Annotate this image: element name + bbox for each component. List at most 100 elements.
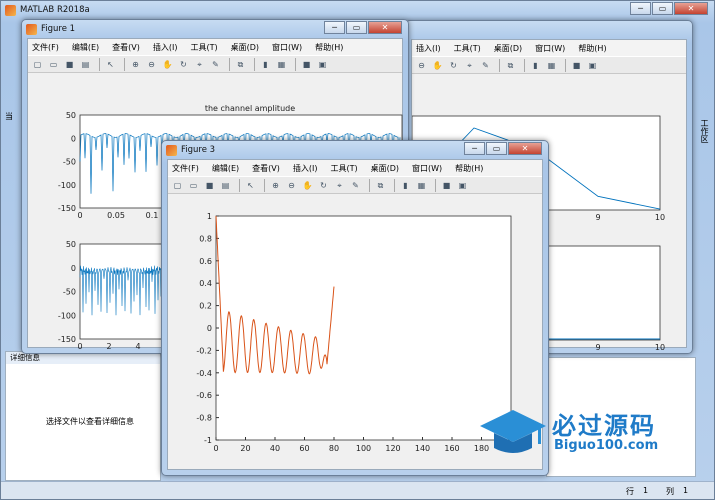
menu-item[interactable]: 桌面(D)	[494, 43, 522, 54]
y-tick-label: 50	[66, 240, 76, 249]
zoom-out-icon[interactable]: ⊖	[145, 58, 158, 71]
menu-item[interactable]: 插入(I)	[416, 43, 441, 54]
menu-item[interactable]: 查看(V)	[252, 163, 280, 174]
menu-item[interactable]: 查看(V)	[112, 42, 140, 53]
menu-item[interactable]: 帮助(H)	[455, 163, 483, 174]
menu-item[interactable]: 编辑(E)	[72, 42, 99, 53]
figure3-minimize-button[interactable]: ─	[464, 142, 485, 155]
y-tick-label: -100	[58, 181, 76, 190]
menu-item[interactable]: 帮助(H)	[315, 42, 343, 53]
toolbar-separator	[499, 58, 500, 72]
dock-icon[interactable]: ▣	[456, 179, 469, 192]
plot-title: the channel amplitude	[205, 104, 295, 113]
menu-item[interactable]: 窗口(W)	[412, 163, 442, 174]
left-panel-tab[interactable]: 当	[5, 111, 19, 122]
figure3-menubar: 文件(F) 编辑(E) 查看(V) 插入(I) 工具(T) 桌面(D) 窗口(W) 帮助(H)	[168, 160, 542, 176]
open-file-icon[interactable]: ▭	[47, 58, 60, 71]
pan-icon[interactable]: ✋	[301, 179, 314, 192]
colorbar-icon[interactable]: ▮	[399, 179, 412, 192]
toolbar-separator	[239, 178, 240, 192]
brush-icon[interactable]: ✎	[349, 179, 362, 192]
y-tick-label: 0	[71, 264, 76, 273]
figure3-close-button[interactable]: ✕	[508, 142, 542, 155]
save-icon[interactable]: ■	[203, 179, 216, 192]
legend-icon[interactable]: ▦	[275, 58, 288, 71]
menu-item[interactable]: 工具(T)	[330, 163, 357, 174]
y-tick-label: -0.2	[196, 346, 212, 355]
brush-icon[interactable]: ✎	[209, 58, 222, 71]
save-icon[interactable]: ■	[63, 58, 76, 71]
figure3-maximize-button[interactable]: ▭	[486, 142, 507, 155]
legend-icon[interactable]: ▦	[415, 179, 428, 192]
status-row-label: 行	[626, 487, 634, 496]
y-tick-label: -1	[204, 436, 212, 445]
figure2-toolbar: ⊖ ✋ ↻ ⌖ ✎ ⧉ ▮ ▦ ■ ▣	[412, 56, 686, 74]
menu-item[interactable]: 插入(I)	[153, 42, 178, 53]
new-file-icon[interactable]: ▢	[171, 179, 184, 192]
hide-tools-icon[interactable]: ■	[570, 59, 583, 72]
close-button[interactable]: ✕	[674, 2, 708, 15]
figure1-maximize-button[interactable]: ▭	[346, 21, 367, 34]
matlab-titlebar[interactable]: MATLAB R2018a	[1, 1, 714, 19]
menu-item[interactable]: 桌面(D)	[231, 42, 259, 53]
status-bar: 行 1 列 1	[1, 481, 714, 499]
minimize-button[interactable]: ─	[630, 2, 651, 15]
menu-item[interactable]: 文件(F)	[172, 163, 199, 174]
menu-item[interactable]: 文件(F)	[32, 42, 59, 53]
hide-tools-icon[interactable]: ■	[440, 179, 453, 192]
figure1-toolbar: ▢ ▭ ■ ▤ ↖ ⊕ ⊖ ✋ ↻ ⌖ ✎ ⧉ ▮ ▦ ■ ▣	[28, 55, 402, 73]
zoom-out-icon[interactable]: ⊖	[285, 179, 298, 192]
pan-icon[interactable]: ✋	[431, 59, 444, 72]
pointer-icon[interactable]: ↖	[244, 179, 257, 192]
rotate-icon[interactable]: ↻	[447, 59, 460, 72]
menu-item[interactable]: 工具(T)	[454, 43, 481, 54]
open-file-icon[interactable]: ▭	[187, 179, 200, 192]
data-cursor-icon[interactable]: ⌖	[193, 58, 206, 71]
hide-tools-icon[interactable]: ■	[300, 58, 313, 71]
toolbar-separator	[524, 58, 525, 72]
workspace-panel-tab[interactable]: 工作区	[700, 119, 710, 143]
menu-item[interactable]: 窗口(W)	[535, 43, 565, 54]
legend-icon[interactable]: ▦	[545, 59, 558, 72]
colorbar-icon[interactable]: ▮	[259, 58, 272, 71]
print-icon[interactable]: ▤	[79, 58, 92, 71]
pan-icon[interactable]: ✋	[161, 58, 174, 71]
x-tick-label: 9	[595, 343, 600, 350]
colorbar-icon[interactable]: ▮	[529, 59, 542, 72]
pointer-icon[interactable]: ↖	[104, 58, 117, 71]
menu-item[interactable]: 编辑(E)	[212, 163, 239, 174]
menu-item[interactable]: 工具(T)	[190, 42, 217, 53]
figure1-menubar: 文件(F) 编辑(E) 查看(V) 插入(I) 工具(T) 桌面(D) 窗口(W) 帮助(H)	[28, 39, 402, 55]
figure1-minimize-button[interactable]: ─	[324, 21, 345, 34]
rotate-icon[interactable]: ↻	[317, 179, 330, 192]
figure1-caption-buttons: ─ ▭ ✕	[323, 21, 402, 34]
details-text: 选择文件以查看详细信息	[46, 417, 134, 426]
x-tick-label: 140	[415, 444, 430, 453]
link-icon[interactable]: ⧉	[374, 179, 387, 192]
x-tick-label: 100	[356, 444, 371, 453]
print-icon[interactable]: ▤	[219, 179, 232, 192]
watermark-domain: Biguo100.com	[554, 438, 659, 453]
brush-icon[interactable]: ✎	[479, 59, 492, 72]
link-icon[interactable]: ⧉	[234, 58, 247, 71]
y-tick-label: 0.6	[199, 257, 212, 266]
new-file-icon[interactable]: ▢	[31, 58, 44, 71]
menu-item[interactable]: 插入(I)	[293, 163, 318, 174]
y-tick-label: -150	[58, 204, 76, 213]
maximize-button[interactable]: ▭	[652, 2, 673, 15]
zoom-in-icon[interactable]: ⊕	[269, 179, 282, 192]
zoom-out-icon[interactable]: ⊖	[415, 59, 428, 72]
menu-item[interactable]: 窗口(W)	[272, 42, 302, 53]
y-tick-label: -100	[58, 311, 76, 320]
menu-item[interactable]: 帮助(H)	[578, 43, 606, 54]
dock-icon[interactable]: ▣	[316, 58, 329, 71]
figure1-close-button[interactable]: ✕	[368, 21, 402, 34]
data-cursor-icon[interactable]: ⌖	[333, 179, 346, 192]
data-cursor-icon[interactable]: ⌖	[463, 59, 476, 72]
toolbar-separator	[565, 58, 566, 72]
menu-item[interactable]: 桌面(D)	[371, 163, 399, 174]
link-icon[interactable]: ⧉	[504, 59, 517, 72]
zoom-in-icon[interactable]: ⊕	[129, 58, 142, 71]
dock-icon[interactable]: ▣	[586, 59, 599, 72]
rotate-icon[interactable]: ↻	[177, 58, 190, 71]
